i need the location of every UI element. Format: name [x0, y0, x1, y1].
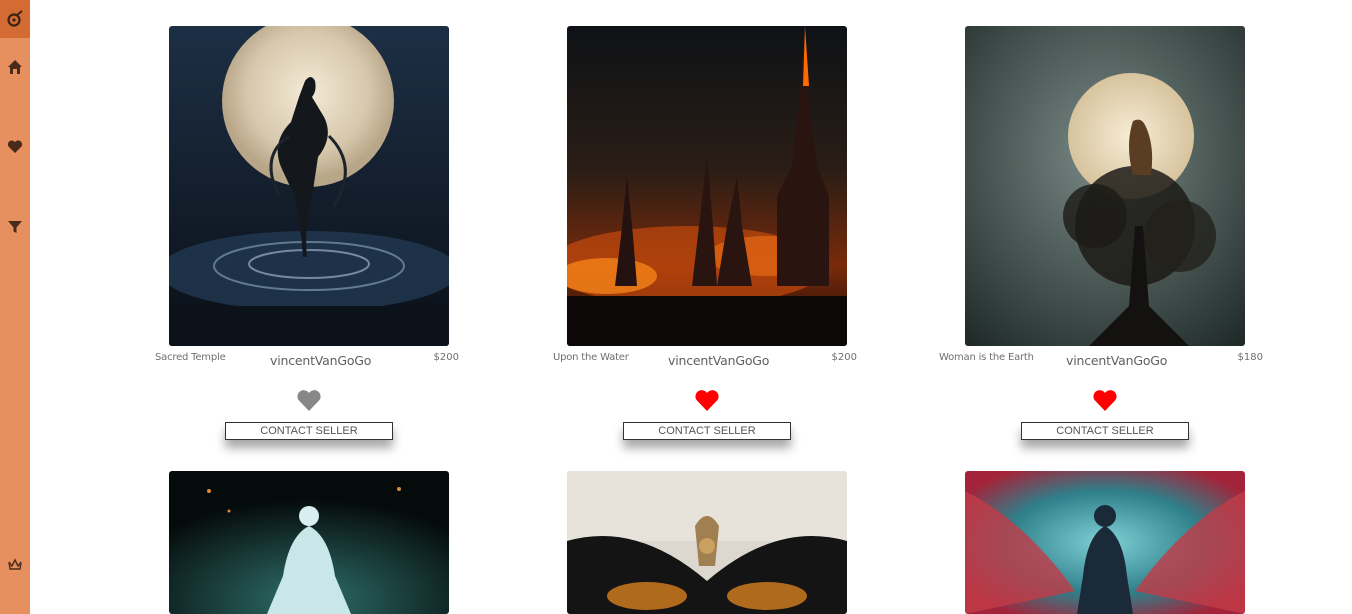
artwork-price: $180 [1237, 352, 1263, 363]
sidebar [0, 0, 30, 614]
artist-name: vincentVanGoGo [1066, 353, 1168, 368]
logo-icon[interactable] [0, 0, 30, 38]
artwork-image[interactable] [567, 471, 847, 614]
artist-name: vincentVanGoGo [668, 353, 770, 368]
crown-icon[interactable] [0, 553, 30, 577]
contact-seller-button[interactable]: CONTACT SELLER [225, 422, 393, 440]
artist-name: vincentVanGoGo [270, 353, 372, 368]
contact-seller-button[interactable]: CONTACT SELLER [1021, 422, 1189, 440]
like-heart-icon[interactable] [1092, 389, 1118, 413]
artwork-title: Sacred Temple [155, 352, 226, 363]
home-icon[interactable] [0, 55, 30, 79]
artwork-image[interactable] [965, 26, 1245, 346]
artwork-title: Upon the Water [553, 352, 629, 363]
like-heart-icon[interactable] [296, 389, 322, 413]
artwork-price: $200 [433, 352, 459, 363]
heart-icon[interactable] [0, 135, 30, 159]
artwork-image[interactable] [169, 26, 449, 346]
artwork-image[interactable] [965, 471, 1245, 614]
like-heart-icon[interactable] [694, 389, 720, 413]
artwork-image[interactable] [169, 471, 449, 614]
filter-icon[interactable] [0, 215, 30, 239]
artwork-image[interactable] [567, 26, 847, 346]
artwork-price: $200 [831, 352, 857, 363]
contact-seller-button[interactable]: CONTACT SELLER [623, 422, 791, 440]
artwork-title: Woman is the Earth [939, 352, 1034, 363]
